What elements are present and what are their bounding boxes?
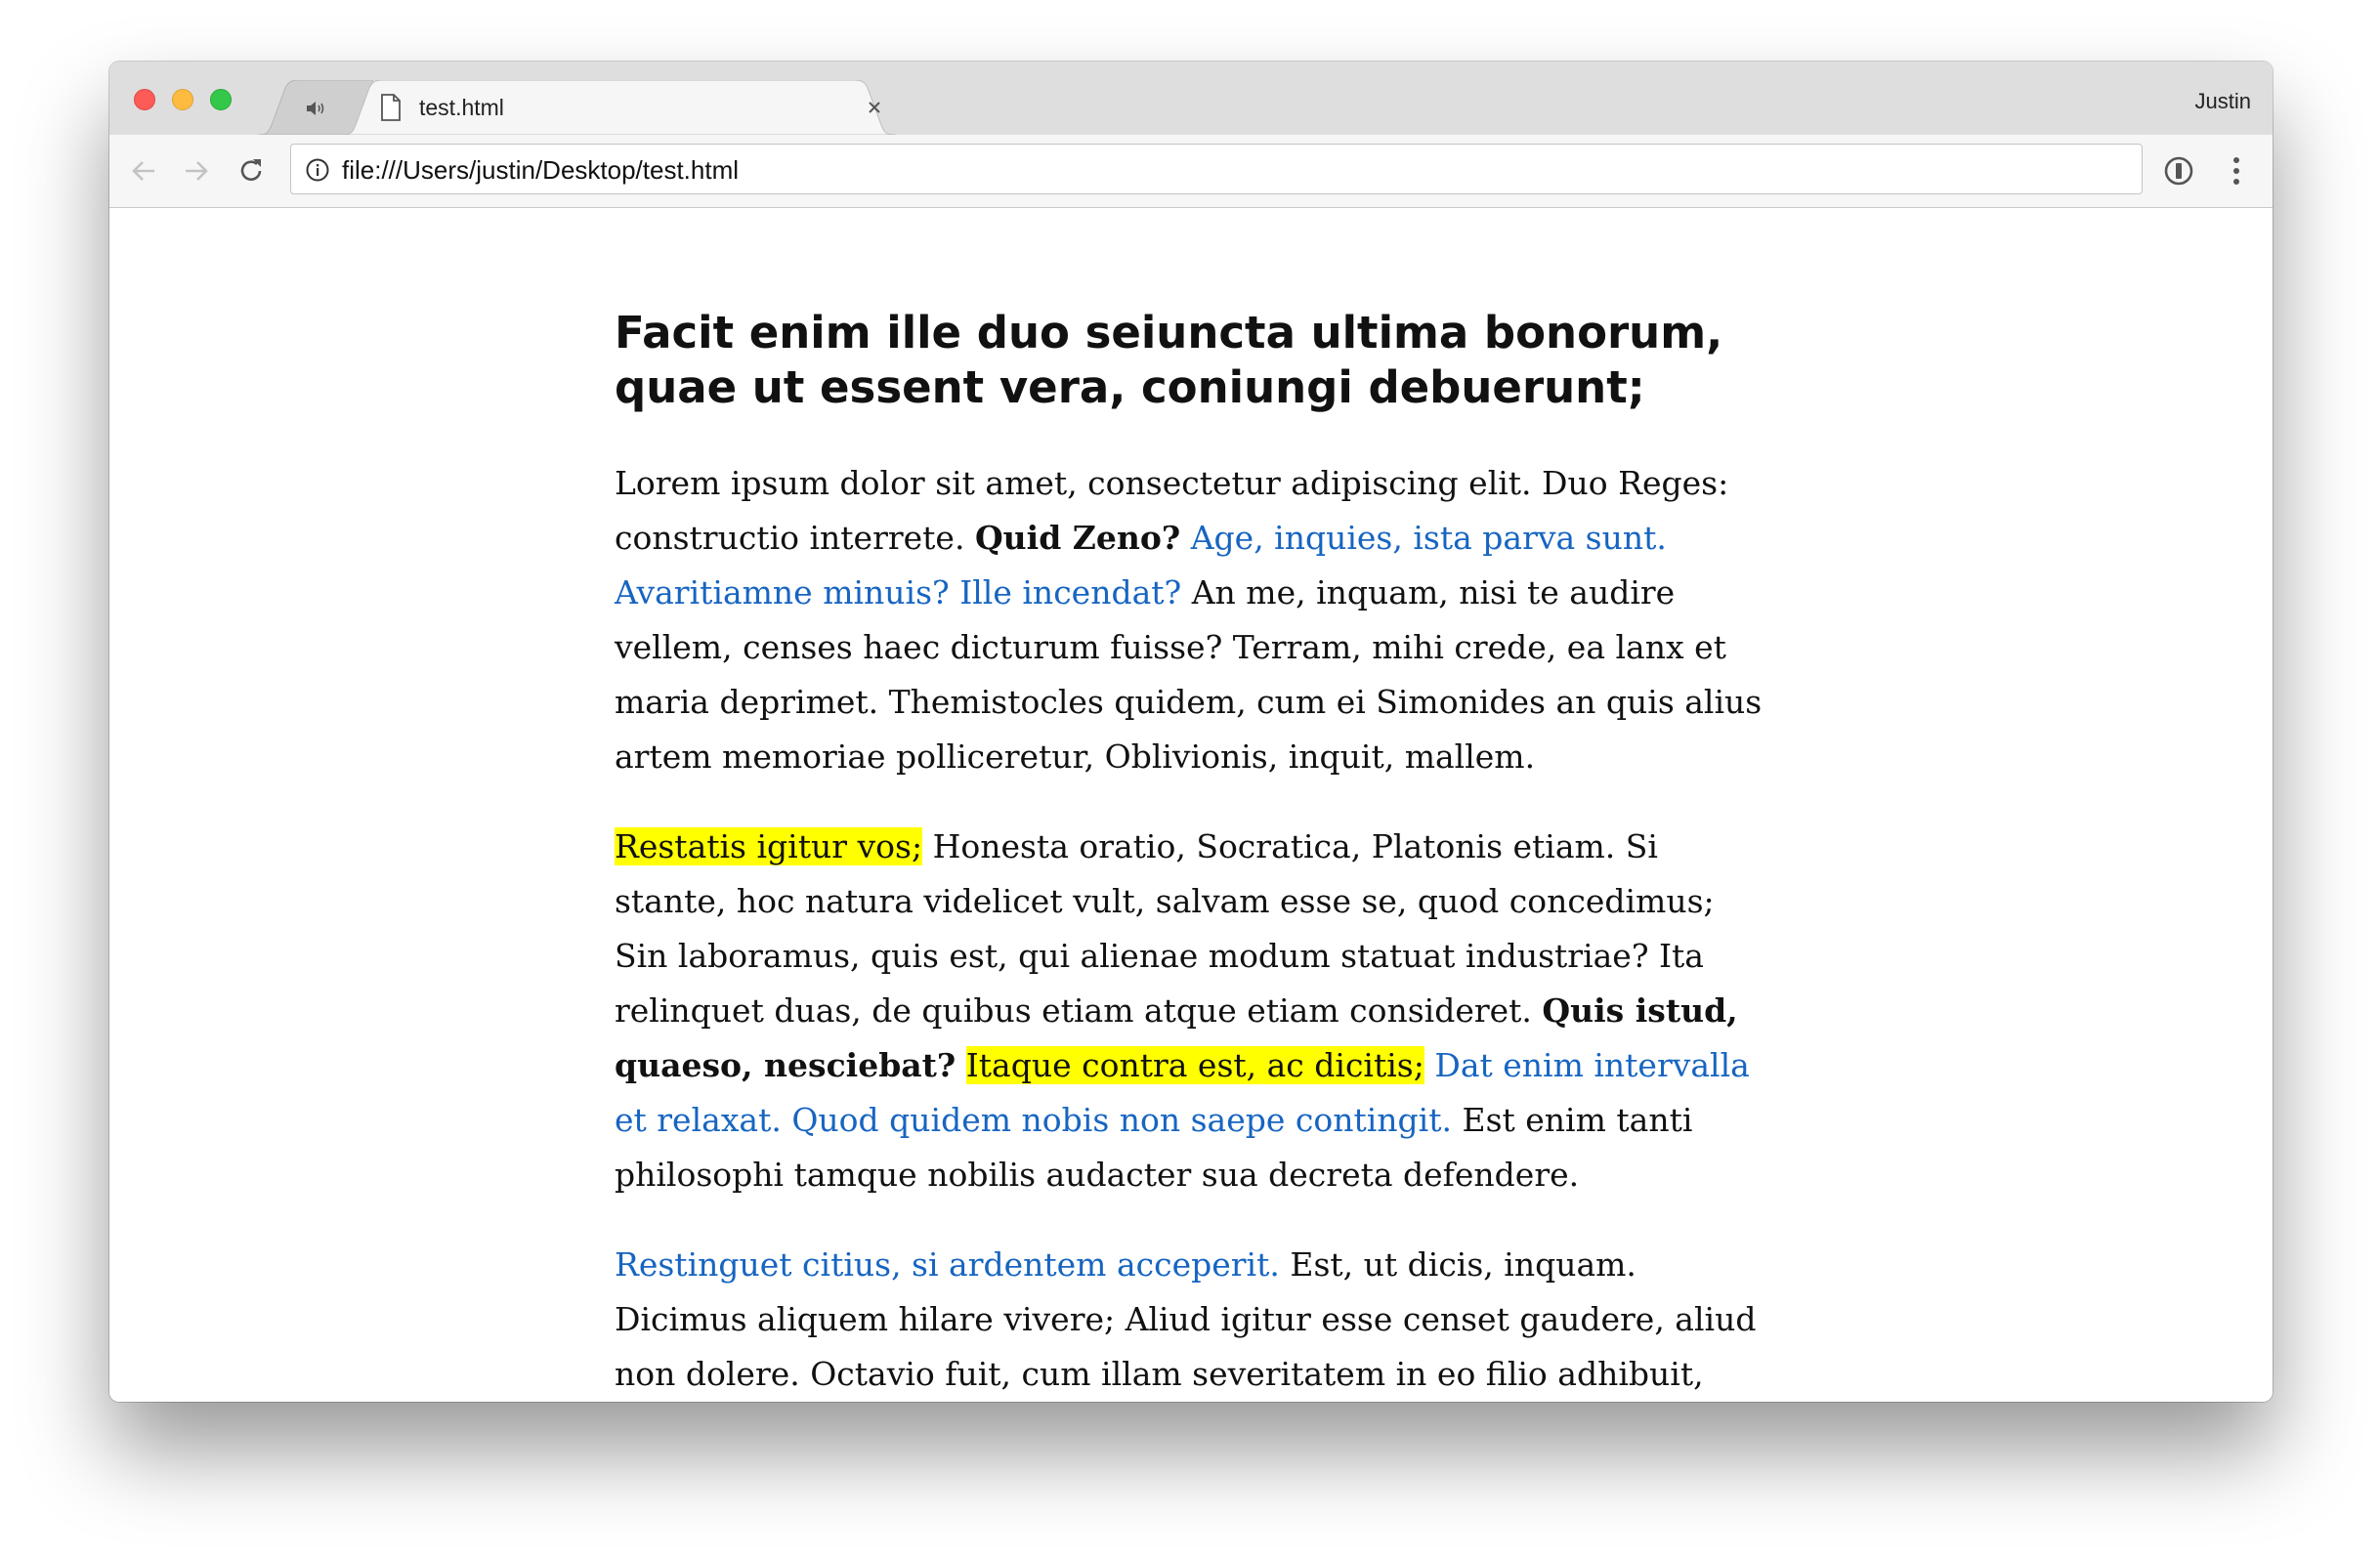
minimize-window-button[interactable]: [172, 89, 193, 110]
extension-icon[interactable]: [2162, 154, 2195, 192]
forward-arrow-icon[interactable]: [180, 154, 213, 188]
back-arrow-icon[interactable]: [127, 154, 160, 188]
paragraph-1: Lorem ipsum dolor sit amet, consectetur …: [615, 456, 1763, 784]
paragraph-2: Restatis igitur vos; Honesta oratio, Soc…: [615, 820, 1763, 1202]
tab-active[interactable]: test.html: [341, 80, 896, 135]
tab-close-icon[interactable]: [862, 95, 887, 120]
reload-icon[interactable]: [234, 154, 268, 188]
info-icon[interactable]: [305, 157, 330, 188]
highlighted-text: Restatis igitur vos;: [615, 827, 923, 865]
file-icon: [380, 94, 402, 126]
article: Facit enim ille duo seiuncta ultima bono…: [615, 306, 1763, 1402]
browser-window: test.html Justin file:///Users/justin/De…: [109, 62, 2273, 1402]
address-bar[interactable]: file:///Users/justin/Desktop/test.html: [290, 144, 2143, 194]
link-age-inquies[interactable]: Age, inquies, ista parva sunt.: [1191, 519, 1667, 557]
link-restinguet[interactable]: Restinguet citius, si ardentem acceperit…: [615, 1245, 1280, 1284]
link-quod-quidem[interactable]: Quod quidem nobis non saepe contingit.: [791, 1101, 1452, 1139]
article-heading: Facit enim ille duo seiuncta ultima bono…: [615, 307, 1723, 413]
tab-title: test.html: [419, 95, 504, 120]
link-avaritiamne[interactable]: Avaritiamne minuis? Ille incendat?: [615, 573, 1181, 611]
tab-strip: test.html Justin: [109, 62, 2273, 135]
bold-text: Quid Zeno?: [974, 519, 1181, 557]
close-window-button[interactable]: [134, 89, 155, 110]
zoom-window-button[interactable]: [210, 89, 232, 110]
url-text[interactable]: file:///Users/justin/Desktop/test.html: [342, 156, 739, 184]
toolbar: file:///Users/justin/Desktop/test.html: [109, 135, 2273, 208]
profile-name[interactable]: Justin: [2195, 89, 2251, 114]
more-menu-icon[interactable]: [2220, 154, 2253, 192]
paragraph-3: Restinguet citius, si ardentem acceperit…: [615, 1238, 1763, 1402]
speaker-icon: [305, 100, 326, 122]
highlighted-text: Itaque contra est, ac dicitis;: [965, 1046, 1424, 1084]
page-content: Facit enim ille duo seiuncta ultima bono…: [109, 208, 2273, 1402]
